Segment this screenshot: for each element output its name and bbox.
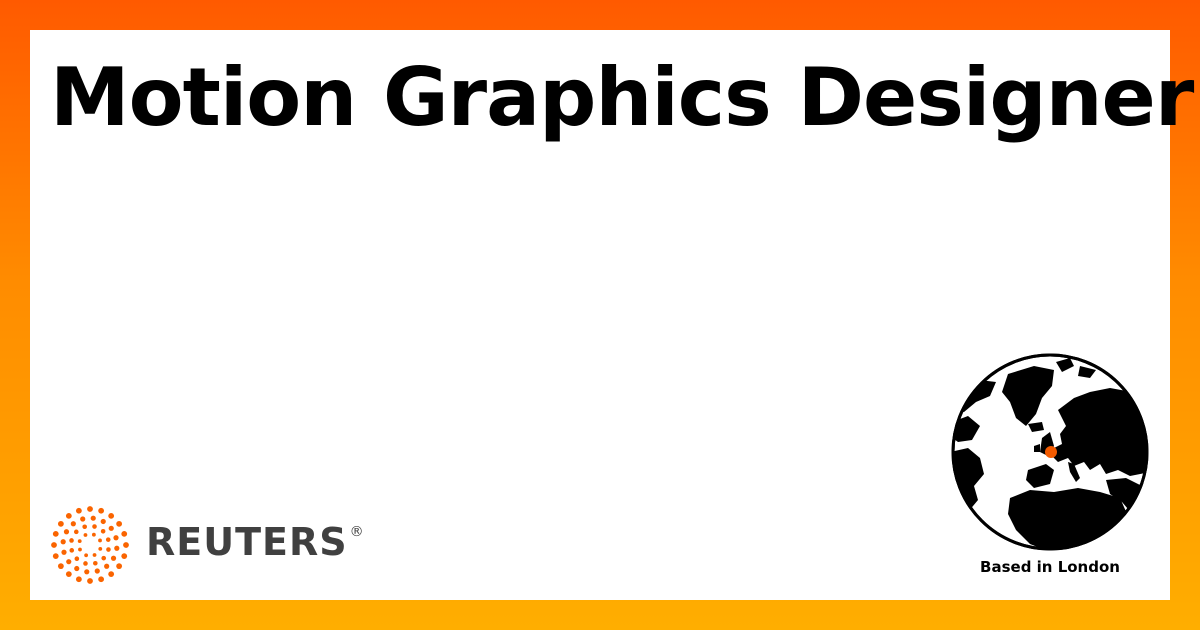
logo-dot [73,529,79,535]
brand-name: REUTERS [146,520,348,564]
logo-dot [90,515,96,521]
logo-dot [70,521,76,527]
logo-dot [52,553,59,560]
logo-dot [108,525,114,531]
logo-dot [92,524,97,529]
logo-dot [63,529,70,535]
logo-dot [101,555,107,561]
logo-dot [116,563,123,570]
logo-dot [82,524,87,530]
logo-dot [57,520,64,527]
logo-dot [98,507,105,514]
logo-dot [87,578,93,584]
logo-dot [65,571,72,578]
logo-dot [65,512,72,519]
logo-dot [60,539,66,545]
logo-dot [80,516,86,522]
logo-dot [110,555,117,561]
logo-dot [92,553,97,557]
logo-dot [87,506,93,512]
logo-dot [105,537,111,542]
logo-dot [121,553,128,560]
logo-dot [66,559,72,565]
logo-dot [61,549,67,555]
reuters-dot-ring-icon [51,506,129,584]
logo-dot [123,542,129,548]
logo-dot [94,568,100,574]
logo-dot [100,518,106,525]
logo-dot [75,507,82,514]
logo-dot [108,512,115,519]
logo-dot [75,576,82,583]
logo-dot [83,533,88,537]
logo-dot [114,545,120,551]
logo-dot [74,556,80,562]
logo-dot [84,553,89,558]
logo-dot [98,538,102,543]
logo-dot [83,561,88,566]
logo-dot [51,542,57,548]
card: Motion Graphics Designer REUTERS ® Based… [30,30,1194,600]
registered-mark: ® [349,524,365,540]
job-title: Motion Graphics Designer [50,51,1194,144]
logo-dot [108,571,115,578]
logo-dot [52,530,59,537]
logo-dot [78,547,82,552]
logo-dot [93,560,98,566]
logo-dot [116,520,123,527]
logo-dot [100,528,106,534]
logo-dot [77,539,82,544]
logo-dot [106,547,111,552]
logo-dot [69,538,74,543]
logo-dot [104,563,110,569]
logo-dot [74,565,80,572]
logo-dot [98,576,105,583]
logo-dot [91,532,96,537]
logo-dot [113,535,119,541]
location-label: Based in London [980,558,1120,576]
logo-dot [69,548,75,553]
globe-europe-icon [951,353,1149,551]
reuters-logo: REUTERS ® [50,505,380,585]
london-marker [1045,446,1057,458]
logo-dot [121,530,128,537]
logo-dot [57,563,64,570]
reuters-wordmark: REUTERS ® [146,523,365,561]
logo-dot [98,546,103,551]
logo-dot [84,569,90,575]
